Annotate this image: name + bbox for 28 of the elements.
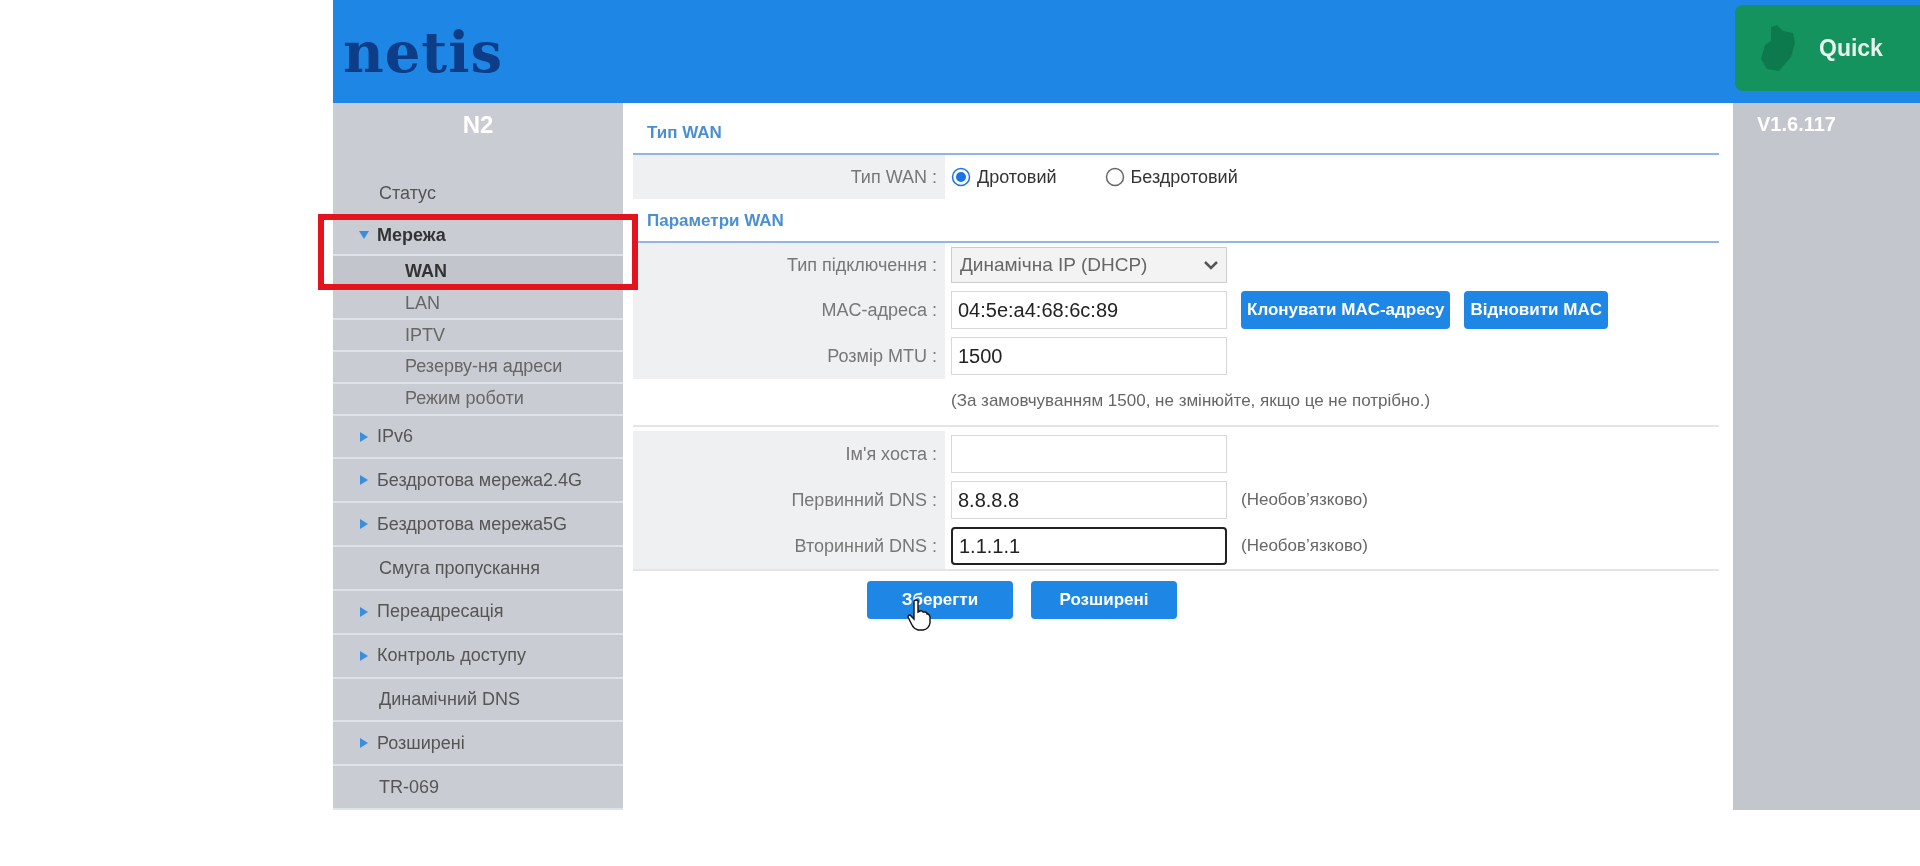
input-field[interactable]: 1500 [951, 337, 1227, 375]
mac-button[interactable]: Відновити MAC [1464, 291, 1608, 329]
optional-hint: (Необов’язково) [1241, 490, 1368, 510]
optional-hint: (Необов’язково) [1241, 536, 1368, 556]
radio-label: Дротовий [977, 166, 1057, 188]
form-button[interactable]: Зберегти [867, 581, 1013, 619]
input-field[interactable] [951, 435, 1227, 473]
field-label: Розмір MTU : [633, 333, 945, 379]
quick-setup-button[interactable]: Quick [1735, 5, 1920, 91]
input-field[interactable]: 1.1.1.1 [951, 527, 1227, 565]
input-field[interactable]: 04:5e:a4:68:6c:89 [951, 291, 1227, 329]
submenu-item[interactable]: LAN [333, 288, 623, 321]
field-label: Ім'я хоста : [633, 431, 945, 477]
form-button[interactable]: Розширені [1031, 581, 1177, 619]
field-label: Первинний DNS : [633, 477, 945, 523]
field-label: MAC-адреса : [633, 287, 945, 333]
connection-type-dropdown[interactable]: Динамічна IP (DHCP) [951, 247, 1227, 283]
input-field[interactable]: 8.8.8.8 [951, 481, 1227, 519]
chevron-down-icon [1204, 260, 1218, 270]
field-label: Тип WAN : [633, 155, 945, 199]
firmware-version: V1.6.117 [1756, 112, 1837, 136]
field-label: Вторинний DNS : [633, 523, 945, 569]
radio-button[interactable] [951, 167, 971, 187]
mtu-note: (За замовчуванням 1500, не змінюйте, якщо це не потрібно.) [951, 391, 1431, 411]
radio-button[interactable] [1104, 167, 1125, 187]
mac-button[interactable]: Клонувати MAC-адресу [1241, 291, 1451, 329]
radio-label: Бездротовий [1130, 166, 1238, 188]
logo: netis [343, 18, 503, 85]
